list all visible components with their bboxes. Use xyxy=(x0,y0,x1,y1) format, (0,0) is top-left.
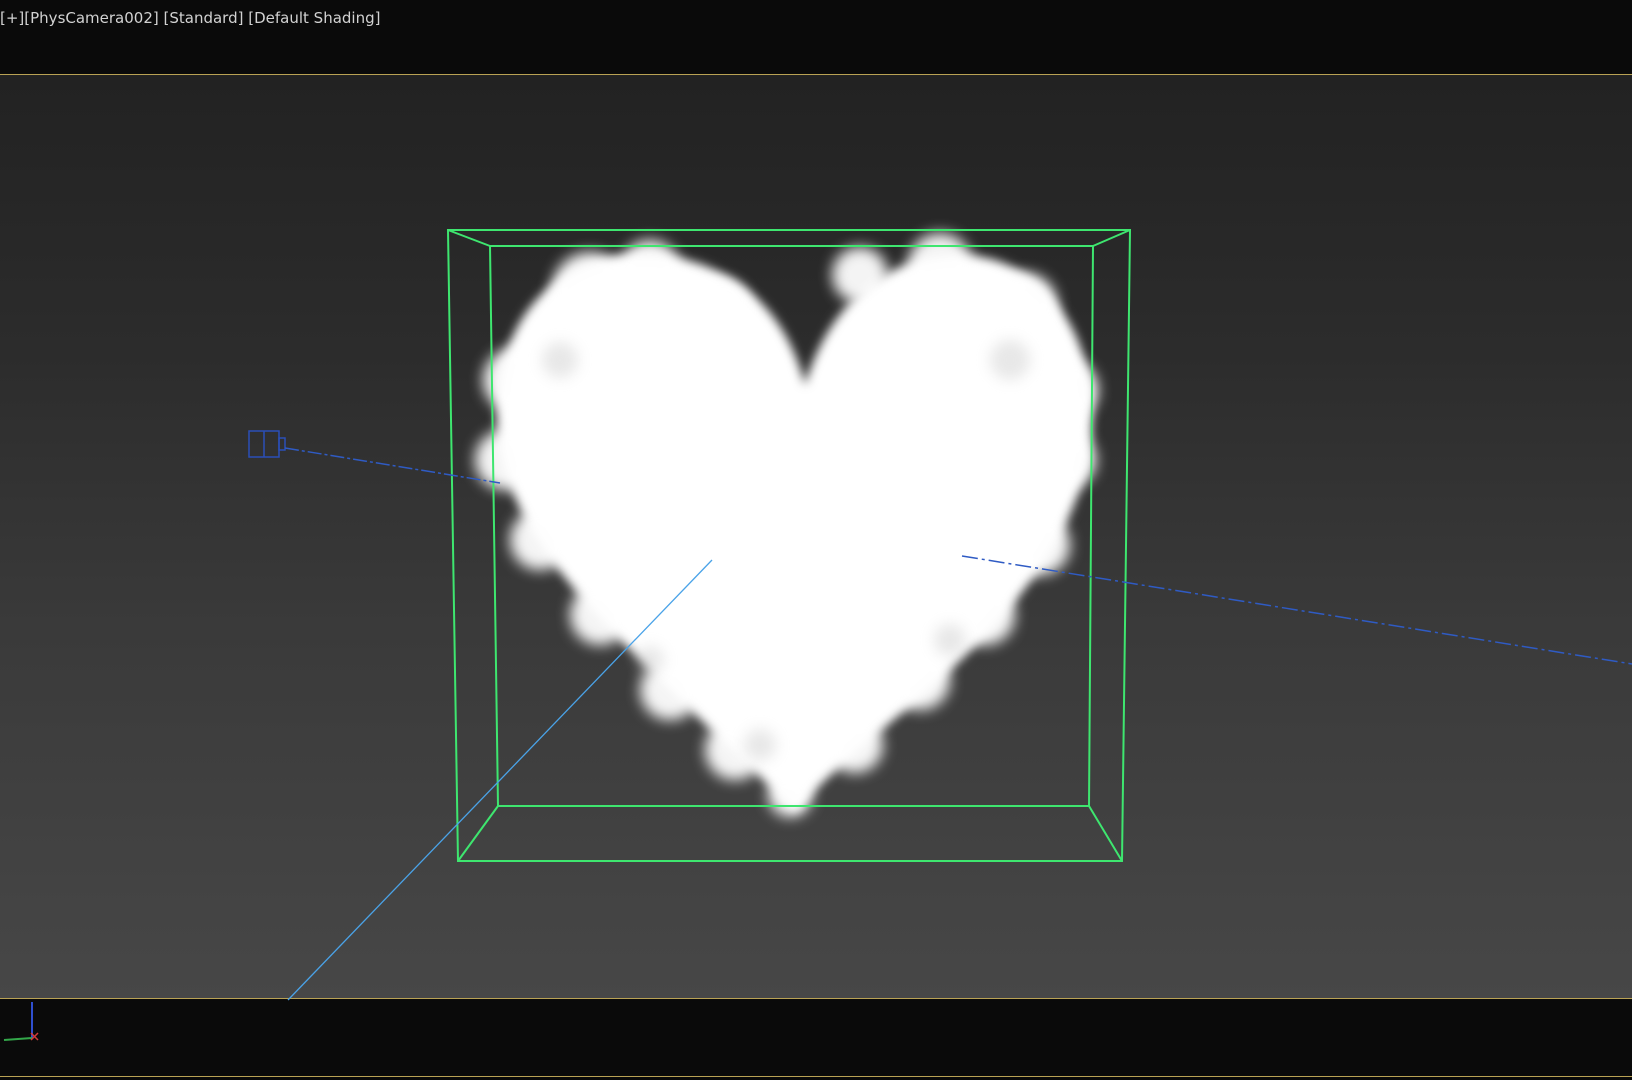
camera-direction-line-right xyxy=(961,555,1632,665)
scene-canvas[interactable] xyxy=(0,0,1632,1080)
target-line xyxy=(287,559,713,1001)
viewport[interactable]: [+] [PhysCamera002] [Standard] [Default S… xyxy=(0,0,1632,1080)
axis-tripod-icon xyxy=(3,1002,39,1041)
heart-cloud[interactable] xyxy=(475,233,1098,817)
camera-icon[interactable] xyxy=(248,430,286,458)
camera-direction-line-left xyxy=(284,447,501,484)
